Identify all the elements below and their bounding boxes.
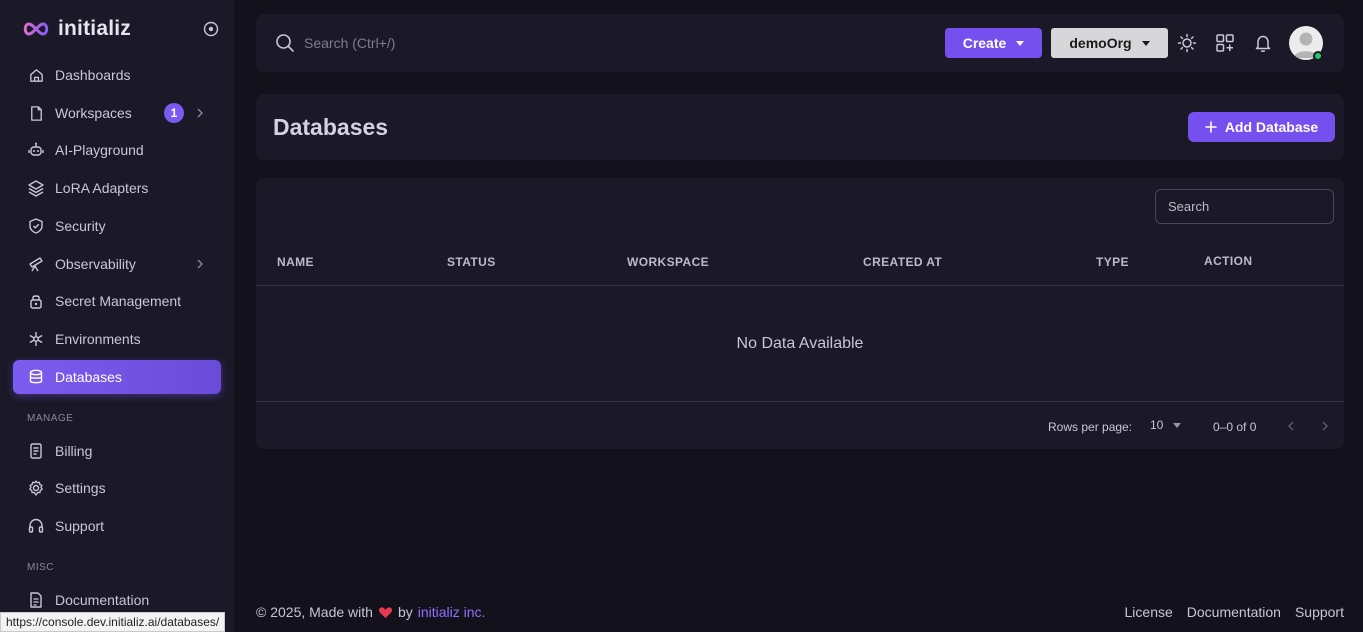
sidebar-item-lora-adapters[interactable]: LoRA Adapters (13, 171, 221, 205)
sidebar-item-databases[interactable]: Databases (13, 360, 221, 394)
sidebar-item-label: Workspaces (55, 105, 132, 121)
column-header-created-at[interactable]: CREATED AT (863, 255, 942, 269)
sidebar-item-security[interactable]: Security (13, 209, 221, 243)
sidebar-item-settings[interactable]: Settings (13, 471, 221, 505)
page-title: Databases (273, 114, 389, 140)
copyright-text: © 2025, Made with (256, 604, 373, 620)
count-badge: 1 (164, 103, 184, 123)
page-header: Databases Add Database (256, 94, 1344, 160)
column-header-name[interactable]: NAME (277, 255, 314, 269)
caret-down-icon (1141, 40, 1150, 46)
footer-link-license[interactable]: License (1125, 604, 1173, 620)
heart-icon (378, 606, 392, 618)
copyright: © 2025, Made with by initializ inc. (256, 604, 485, 620)
sidebar-item-label: LoRA Adapters (55, 180, 149, 196)
caret-down-icon (1173, 422, 1182, 428)
layers-icon (27, 179, 45, 197)
pagination-range: 0–0 of 0 (1213, 420, 1257, 434)
sidebar-item-billing[interactable]: Billing (13, 434, 221, 468)
network-icon (27, 330, 45, 348)
robot-icon (27, 141, 45, 159)
footer-divider (256, 401, 1344, 402)
home-icon (27, 66, 45, 84)
sidebar-item-support[interactable]: Support (13, 509, 221, 543)
column-header-action: ACTION (1204, 254, 1253, 268)
chevron-right-icon (197, 108, 203, 118)
footer-links: License Documentation Support (1125, 604, 1344, 620)
browser-status-url: https://console.dev.initializ.ai/databas… (0, 612, 226, 632)
sidebar-item-label: Security (55, 218, 106, 234)
table-search-input[interactable] (1155, 189, 1334, 224)
sidebar-item-label: AI-Playground (55, 142, 144, 158)
sun-icon[interactable] (1177, 33, 1197, 53)
infinity-logo-icon (23, 22, 49, 36)
footer-link-documentation[interactable]: Documentation (1187, 604, 1281, 620)
org-selector[interactable]: demoOrg (1051, 28, 1168, 58)
telescope-icon (27, 255, 45, 273)
section-label-manage: MANAGE (27, 413, 74, 424)
next-page-icon[interactable] (1318, 419, 1332, 433)
column-header-workspace[interactable]: WORKSPACE (627, 255, 709, 269)
sidebar-item-label: Support (55, 518, 105, 534)
sidebar-item-observability[interactable]: Observability (13, 247, 221, 281)
add-database-label: Add Database (1224, 119, 1319, 135)
sidebar-item-label: Environments (55, 331, 141, 347)
column-header-type[interactable]: TYPE (1096, 255, 1129, 269)
section-label-misc: MISC (27, 562, 54, 573)
brand-logo[interactable]: initializ (22, 16, 131, 42)
plus-icon (1205, 121, 1217, 133)
lock-icon (27, 292, 45, 310)
bell-icon[interactable] (1253, 33, 1273, 53)
rows-per-page-label: Rows per page: (1048, 420, 1133, 434)
online-status-dot (1313, 51, 1323, 61)
footer-link-support[interactable]: Support (1295, 604, 1344, 620)
headset-icon (27, 517, 45, 535)
sidebar-item-label: Settings (55, 480, 106, 496)
top-bar: Create demoOrg (256, 14, 1344, 72)
empty-state-message: No Data Available (736, 335, 864, 352)
rows-per-page-value: 10 (1150, 418, 1164, 432)
doc-icon (27, 591, 45, 609)
sidebar-collapse-icon[interactable] (203, 21, 219, 37)
sidebar-item-label: Databases (55, 369, 122, 385)
rows-per-page-select[interactable]: 10 (1150, 418, 1182, 432)
sidebar: initializ Dashboards Workspaces 1 AI-Pla… (0, 0, 234, 632)
brand-name: initializ (58, 17, 131, 40)
caret-down-icon (1016, 40, 1025, 46)
sidebar-item-workspaces[interactable]: Workspaces 1 (13, 96, 221, 130)
databases-table: NAME STATUS WORKSPACE CREATED AT TYPE AC… (256, 178, 1344, 449)
chevron-right-icon (197, 259, 203, 269)
gear-icon (27, 479, 45, 497)
apps-add-icon[interactable] (1215, 33, 1235, 53)
search-icon (276, 34, 294, 52)
file-icon (27, 104, 45, 122)
sidebar-item-label: Observability (55, 256, 136, 272)
create-button-label: Create (962, 35, 1007, 51)
sidebar-item-label: Secret Management (55, 293, 182, 309)
database-icon (27, 368, 45, 386)
org-selector-label: demoOrg (1069, 35, 1132, 51)
column-header-status[interactable]: STATUS (447, 255, 496, 269)
company-link[interactable]: initializ inc. (418, 604, 486, 620)
sidebar-item-label: Dashboards (55, 67, 131, 83)
sidebar-item-environments[interactable]: Environments (13, 322, 221, 356)
create-button[interactable]: Create (945, 28, 1042, 58)
sidebar-item-ai-playground[interactable]: AI-Playground (13, 133, 221, 167)
prev-page-icon[interactable] (1284, 419, 1298, 433)
add-database-button[interactable]: Add Database (1188, 112, 1335, 142)
sidebar-item-label: Billing (55, 443, 93, 459)
receipt-icon (27, 442, 45, 460)
copyright-by: by (397, 604, 413, 620)
sidebar-item-label: Documentation (55, 592, 150, 608)
header-divider (256, 285, 1344, 286)
sidebar-item-secret-management[interactable]: Secret Management (13, 284, 221, 318)
shield-icon (27, 217, 45, 235)
sidebar-item-dashboards[interactable]: Dashboards (13, 58, 221, 92)
global-search-input[interactable] (304, 33, 604, 53)
